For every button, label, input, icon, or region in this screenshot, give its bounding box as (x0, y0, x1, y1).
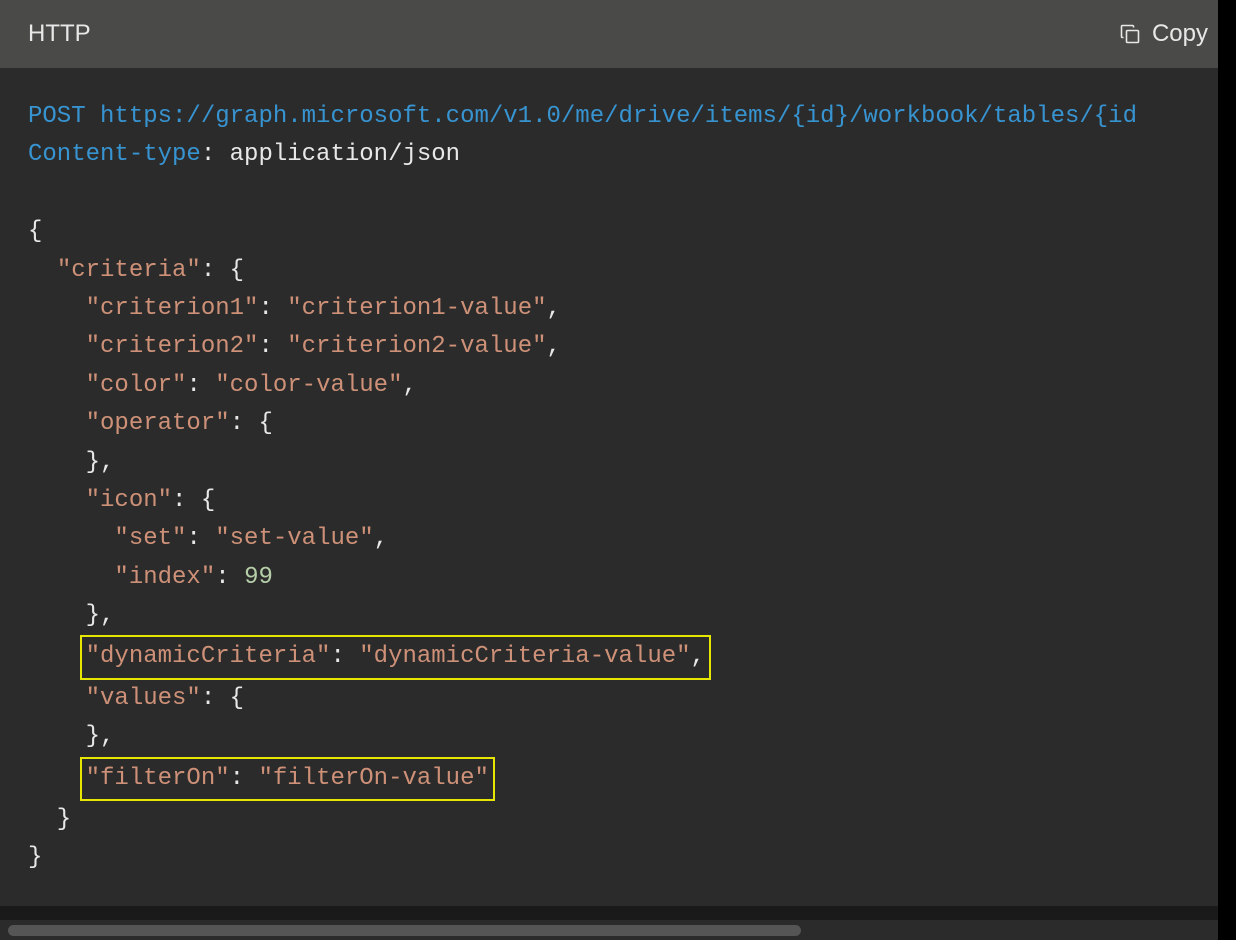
highlight-filter-on: "filterOn": "filterOn-value" (80, 757, 495, 801)
code-line: POST https://graph.microsoft.com/v1.0/me… (28, 98, 1208, 136)
header-value: application/json (230, 141, 460, 168)
highlight-dynamic-criteria: "dynamicCriteria": "dynamicCriteria-valu… (80, 635, 711, 679)
code-line: "criterion2": "criterion2-value", (28, 328, 1208, 366)
code-line: "index": 99 (28, 559, 1208, 597)
code-line: "filterOn": "filterOn-value" (28, 757, 1208, 801)
code-line: "operator": { (28, 405, 1208, 443)
copy-label: Copy (1152, 20, 1208, 48)
right-edge (1218, 0, 1236, 940)
code-block: POST https://graph.microsoft.com/v1.0/me… (0, 68, 1236, 906)
code-line: "icon": { (28, 482, 1208, 520)
request-url: https://graph.microsoft.com/v1.0/me/driv… (100, 103, 1137, 130)
code-line: "dynamicCriteria": "dynamicCriteria-valu… (28, 635, 1208, 679)
code-line: "values": { (28, 680, 1208, 718)
header-key: Content-type (28, 141, 201, 168)
code-line: "color": "color-value", (28, 367, 1208, 405)
code-header: HTTP Copy (0, 0, 1236, 68)
scrollbar-thumb[interactable] (8, 925, 801, 936)
code-line: "set": "set-value", (28, 520, 1208, 558)
http-method: POST (28, 103, 86, 130)
copy-icon (1118, 22, 1142, 46)
code-line: }, (28, 597, 1208, 635)
code-line: { (28, 213, 1208, 251)
code-line: } (28, 839, 1208, 877)
code-line: "criteria": { (28, 252, 1208, 290)
copy-button[interactable]: Copy (1118, 20, 1208, 48)
code-line: }, (28, 718, 1208, 756)
language-label: HTTP (28, 20, 91, 48)
code-line: } (28, 801, 1208, 839)
code-line: Content-type: application/json (28, 136, 1208, 174)
horizontal-scrollbar[interactable] (0, 920, 1218, 940)
code-line: "criterion1": "criterion1-value", (28, 290, 1208, 328)
code-line: }, (28, 444, 1208, 482)
